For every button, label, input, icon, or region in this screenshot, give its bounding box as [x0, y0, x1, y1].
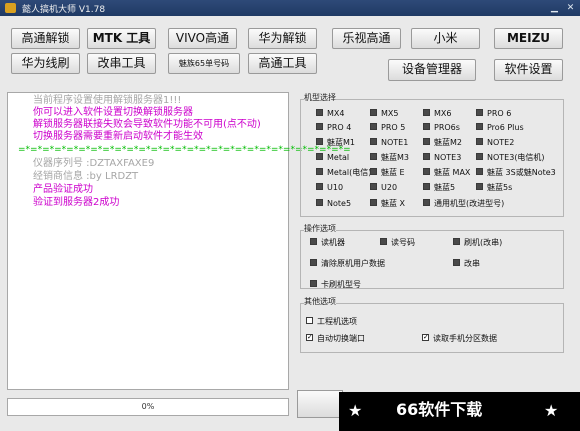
model-checkbox[interactable]: Note5: [316, 198, 351, 210]
log-line: 你可以进入软件设置切换解锁服务器: [33, 107, 193, 118]
model-checkbox[interactable]: 魅蓝5s: [476, 182, 512, 194]
log-line: 验证到服务器2成功: [33, 197, 120, 208]
model-checkbox[interactable]: 魅蓝5: [423, 182, 455, 194]
close-icon[interactable]: ✕: [564, 2, 577, 14]
model-checkbox[interactable]: 魅蓝 MAX: [423, 167, 470, 179]
log-line: 经销商信息 :by LRDZT: [33, 171, 139, 182]
operation-checkbox-flash[interactable]: 刷机(改串): [453, 237, 502, 249]
tool-button-vivo-qualcomm[interactable]: VIVO高通: [168, 28, 237, 49]
model-checkbox[interactable]: NOTE3: [423, 152, 461, 164]
log-line: 仪器序列号 :DZTAXFAXE9: [33, 158, 155, 169]
star-icon: ★: [544, 401, 559, 420]
tool-button-serial-tool[interactable]: 改串工具: [87, 53, 156, 74]
other-options-group: [300, 303, 564, 353]
model-checkbox[interactable]: PRO 6: [476, 108, 511, 120]
log-line: 解锁服务器联接失败会导致软件功能不可用(点不动): [33, 119, 261, 130]
tool-button-meizu-65[interactable]: 魅族65单号码: [168, 53, 240, 74]
model-checkbox[interactable]: 魅蓝M2: [423, 137, 462, 149]
model-checkbox[interactable]: NOTE2: [476, 137, 514, 149]
model-checkbox[interactable]: 魅蓝M1: [316, 137, 355, 149]
tool-button-qualcomm-tool[interactable]: 高通工具: [248, 53, 317, 74]
model-checkbox[interactable]: 魅蓝 E: [370, 167, 405, 179]
operation-checkbox-read-number[interactable]: 读号码: [380, 237, 415, 249]
model-checkbox[interactable]: MX4: [316, 108, 344, 120]
title-bar: 懿人搞机大师 V1.78 ▁ ✕: [0, 0, 580, 16]
watermark-text: 66软件下载: [396, 400, 483, 419]
log-line: 当前程序设置使用解锁服务器1!!!: [33, 95, 182, 106]
model-checkbox[interactable]: PRO 5: [370, 122, 405, 134]
minimize-icon[interactable]: ▁: [548, 2, 561, 14]
star-icon: ★: [348, 401, 363, 420]
model-group-label: 机型选择: [304, 93, 336, 103]
app-icon: [5, 3, 16, 13]
tool-button-huawei-unlock[interactable]: 华为解锁: [248, 28, 317, 49]
operations-group-label: 操作选项: [304, 224, 336, 234]
model-checkbox[interactable]: PRO6s: [423, 122, 460, 134]
log-panel: 当前程序设置使用解锁服务器1!!! 你可以进入软件设置切换解锁服务器 解锁服务器…: [7, 92, 351, 390]
watermark-banner: ★ 66软件下载 ★: [339, 392, 580, 431]
operation-checkbox-read-device[interactable]: 读机器: [310, 237, 345, 249]
model-checkbox[interactable]: 通用机型(改进型号): [423, 198, 504, 210]
model-checkbox[interactable]: 魅蓝M3: [370, 152, 409, 164]
model-checkbox[interactable]: U20: [370, 182, 397, 194]
window-title: 懿人搞机大师 V1.78: [22, 5, 106, 15]
app-window: 懿人搞机大师 V1.78 ▁ ✕ 高通解锁 MTK 工具 VIVO高通 华为解锁…: [0, 0, 580, 431]
tool-button-qualcomm-unlock[interactable]: 高通解锁: [11, 28, 80, 49]
settings-button[interactable]: 软件设置: [494, 59, 563, 81]
model-checkbox[interactable]: Metal(电信): [316, 167, 371, 179]
operation-checkbox-clear-data[interactable]: 清除原机用户数据: [310, 258, 385, 270]
model-checkbox[interactable]: NOTE1: [370, 137, 408, 149]
log-line: 产品验证成功: [33, 184, 93, 195]
progress-bar: 0%: [7, 398, 289, 416]
start-button[interactable]: [297, 390, 343, 418]
option-checkbox-read-partition[interactable]: ✓ 读取手机分区数据: [422, 333, 497, 345]
operation-checkbox-card-model[interactable]: 卡刷机型号: [310, 279, 361, 291]
model-checkbox[interactable]: MX5: [370, 108, 398, 120]
model-checkbox[interactable]: NOTE3(电信机): [476, 152, 545, 164]
model-checkbox[interactable]: Pro6 Plus: [476, 122, 524, 134]
model-checkbox[interactable]: 魅蓝 3S或魅Note3: [476, 167, 556, 179]
device-manager-button[interactable]: 设备管理器: [388, 59, 476, 81]
other-options-group-label: 其他选项: [304, 297, 336, 307]
tool-button-huawei-flash[interactable]: 华为线刷: [11, 53, 80, 74]
operation-checkbox-change-serial[interactable]: 改串: [453, 258, 480, 270]
model-checkbox[interactable]: MX6: [423, 108, 451, 120]
tool-button-letv-qualcomm[interactable]: 乐视高通: [332, 28, 401, 49]
log-line: 切换服务器需要重新启动软件才能生效: [33, 131, 203, 142]
tool-button-mtk[interactable]: MTK 工具: [87, 28, 156, 49]
tool-button-xiaomi[interactable]: 小米: [411, 28, 480, 49]
model-checkbox[interactable]: U10: [316, 182, 343, 194]
tool-button-meizu[interactable]: MEIZU: [494, 28, 563, 49]
model-checkbox[interactable]: 魅蓝 X: [370, 198, 405, 210]
model-checkbox[interactable]: Metal: [316, 152, 349, 164]
model-checkbox[interactable]: PRO 4: [316, 122, 351, 134]
option-checkbox-auto-port[interactable]: ✓ 自动切换端口: [306, 333, 365, 345]
option-checkbox-engineering[interactable]: 工程机选项: [306, 316, 357, 328]
progress-label: 0%: [141, 402, 155, 411]
